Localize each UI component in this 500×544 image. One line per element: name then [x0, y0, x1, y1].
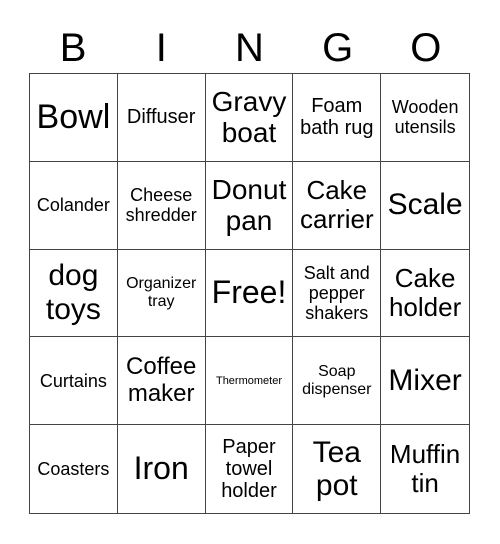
bingo-cell[interactable]: Muffin tin [381, 425, 469, 513]
header-letter-o: O [410, 26, 442, 70]
bingo-cell[interactable]: Wooden utensils [381, 74, 469, 162]
bingo-cell[interactable]: Iron [118, 425, 206, 513]
bingo-cell[interactable]: Cheese shredder [117, 161, 206, 250]
bingo-cell[interactable]: Bowl [30, 74, 118, 162]
header-letter-n: N [235, 26, 264, 70]
bingo-cell[interactable]: Foam bath rug [293, 74, 382, 162]
bingo-cell[interactable]: Coasters [30, 425, 118, 513]
bingo-cell[interactable]: Coffee maker [117, 337, 206, 426]
bingo-cell[interactable]: Colander [30, 161, 118, 250]
bingo-cell[interactable]: Donut pan [205, 161, 294, 250]
bingo-header: B I N G O [29, 24, 470, 72]
bingo-cell[interactable]: Gravy boat [205, 74, 294, 162]
header-letter-i: I [155, 26, 167, 70]
bingo-grid: Bowl Diffuser Gravy boat Foam bath rug Woode… [29, 73, 470, 514]
bingo-cell[interactable]: Curtains [30, 337, 118, 426]
header-letter-g: G [322, 26, 354, 70]
header-letter-b: B [59, 26, 87, 70]
bingo-cell[interactable]: Diffuser [117, 74, 206, 162]
bingo-cell[interactable]: Salt and pepper shakers [293, 249, 382, 338]
bingo-cell[interactable]: Paper towel holder [206, 425, 294, 513]
bingo-cell[interactable]: Tea pot [293, 425, 382, 513]
bingo-cell[interactable]: Thermometer [205, 337, 294, 426]
bingo-cell[interactable]: Soap dispenser [293, 337, 382, 426]
bingo-cell[interactable]: Cake holder [381, 250, 469, 338]
bingo-cell[interactable]: dog toys [30, 249, 118, 338]
bingo-cell[interactable]: Cake carrier [293, 161, 382, 250]
bingo-cell[interactable]: Scale [381, 162, 469, 250]
free-space-cell[interactable]: Free! [205, 249, 294, 338]
bingo-cell[interactable]: Organizer tray [117, 249, 206, 338]
bingo-cell[interactable]: Mixer [381, 337, 469, 426]
